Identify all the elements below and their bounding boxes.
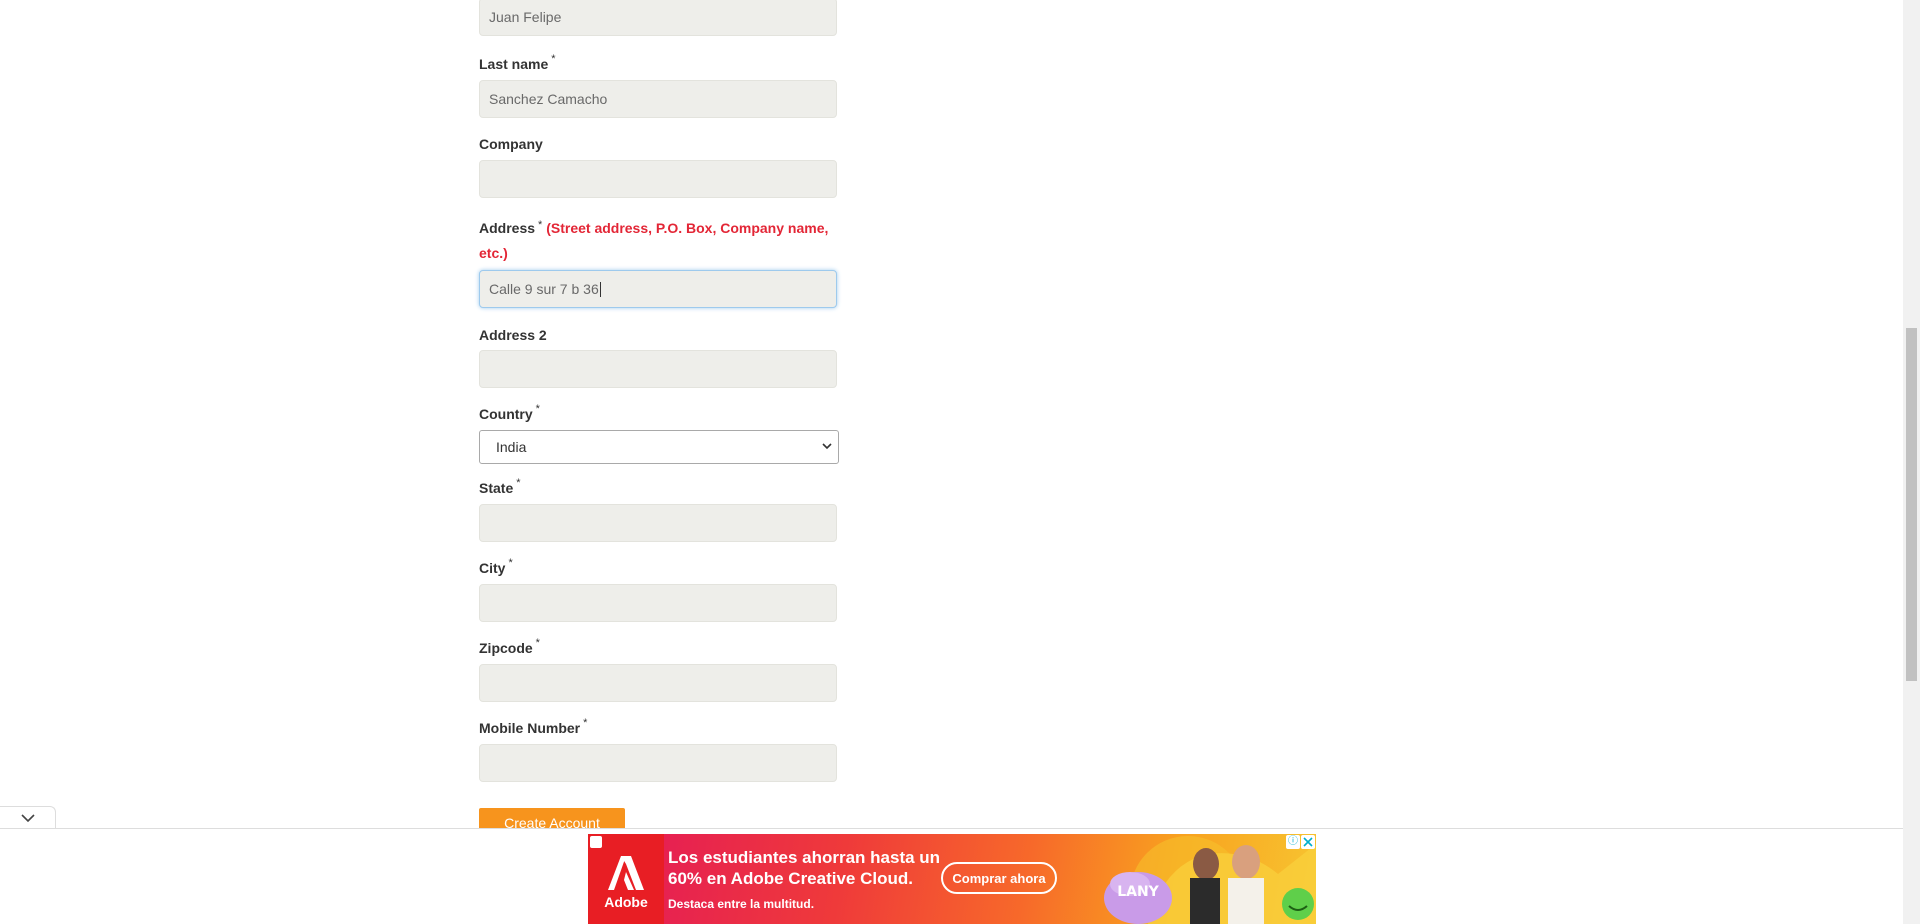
- required-marker: *: [535, 637, 540, 649]
- ad-info-icon[interactable]: ⓘ: [1286, 835, 1300, 849]
- ad-badge-icon: [590, 836, 602, 848]
- zipcode-input[interactable]: [479, 664, 837, 702]
- close-icon: [1303, 837, 1313, 847]
- adobe-logo-text: Adobe: [604, 894, 648, 910]
- required-marker: *: [538, 219, 543, 231]
- last-name-value: Sanchez Camacho: [489, 91, 608, 107]
- address2-input[interactable]: [479, 350, 837, 388]
- chevron-down-icon: [21, 814, 35, 823]
- address-label: Address * (Street address, P.O. Box, Comp…: [479, 219, 829, 261]
- ad-subline: Destaca entre la multitud.: [668, 897, 815, 911]
- required-marker: *: [551, 53, 556, 65]
- mobile-label: Mobile Number *: [479, 717, 588, 736]
- chevron-down-icon: [822, 443, 832, 450]
- required-marker: *: [508, 557, 513, 569]
- scrollbar-thumb[interactable]: [1906, 328, 1917, 681]
- adobe-a-icon: [608, 856, 644, 890]
- mobile-input[interactable]: [479, 744, 837, 782]
- zipcode-label: Zipcode *: [479, 637, 540, 656]
- address-input[interactable]: Calle 9 sur 7 b 36: [479, 270, 837, 308]
- ad-banner[interactable]: Adobe Los estudiantes ahorran hasta un 6…: [588, 834, 1316, 924]
- company-input[interactable]: [479, 160, 837, 198]
- country-select[interactable]: India: [479, 430, 839, 464]
- company-label: Company: [479, 136, 543, 152]
- address2-label: Address 2: [479, 327, 547, 343]
- ad-close-button[interactable]: [1301, 835, 1315, 849]
- country-selected: India: [496, 439, 527, 455]
- last-name-label: Last name *: [479, 53, 556, 72]
- address-value: Calle 9 sur 7 b 36: [489, 281, 599, 297]
- country-label: Country *: [479, 403, 540, 422]
- ad-artwork-image: LANY: [1104, 836, 1316, 924]
- state-input[interactable]: [479, 504, 837, 542]
- required-marker: *: [516, 477, 521, 489]
- page-scrollbar[interactable]: [1903, 0, 1920, 924]
- city-input[interactable]: [479, 584, 837, 622]
- required-marker: *: [535, 403, 540, 415]
- state-label: State *: [479, 477, 521, 496]
- ad-collapse-button[interactable]: [0, 806, 56, 829]
- first-name-value: Juan Felipe: [489, 9, 562, 25]
- first-name-input[interactable]: Juan Felipe: [479, 0, 837, 36]
- last-name-input[interactable]: Sanchez Camacho: [479, 80, 837, 118]
- page: Juan Felipe Last name * Sanchez Camacho C…: [0, 0, 1920, 924]
- ad-headline: Los estudiantes ahorran hasta un 60% en …: [668, 848, 941, 888]
- ad-cta-button[interactable]: Comprar ahora: [941, 862, 1057, 894]
- svg-text:LANY: LANY: [1117, 884, 1159, 900]
- text-cursor: [599, 281, 601, 297]
- city-label: City *: [479, 557, 513, 576]
- required-marker: *: [583, 717, 588, 729]
